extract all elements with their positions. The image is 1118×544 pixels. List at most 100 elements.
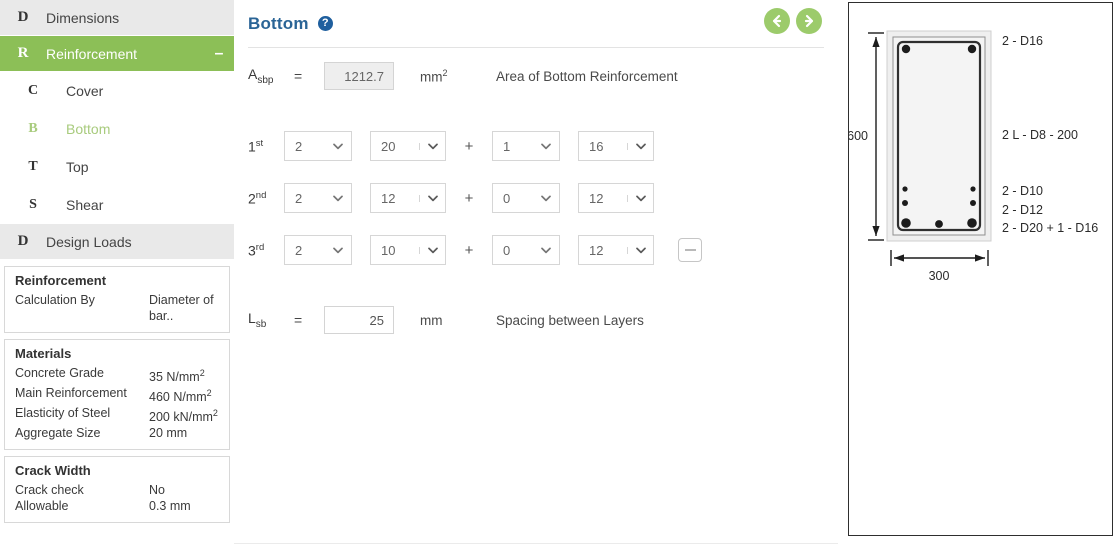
layer2-diameter-a-select[interactable]: 12 — [370, 183, 446, 213]
sidebar-item-shear[interactable]: S Shear — [0, 186, 234, 224]
layer1-diameter-b-select[interactable]: 16 — [578, 131, 654, 161]
card-row-value: 0.3 mm — [149, 499, 191, 514]
minus-icon — [684, 249, 696, 251]
sidebar-item-bottom[interactable]: B Bottom — [0, 110, 234, 148]
card-row-key: Crack check — [15, 483, 84, 498]
width-dimension — [890, 250, 989, 266]
layer3-diameter-a-select[interactable]: 10 — [370, 235, 446, 265]
chevron-down-icon — [533, 195, 559, 202]
card-row-key: Aggregate Size — [15, 426, 101, 441]
card-row: Main Reinforcement 460 N/mm2 — [15, 385, 219, 405]
card-row: Concrete Grade 35 N/mm2 — [15, 365, 219, 385]
select-value: 10 — [381, 242, 396, 258]
card-row: Allowable 0.3 mm — [15, 498, 219, 514]
layer3-diameter-b-select[interactable]: 12 — [578, 235, 654, 265]
rebar-layer2-right — [970, 200, 976, 206]
card-row: Aggregate Size 20 mm — [15, 425, 219, 441]
card-row-value: No — [149, 483, 165, 498]
layer2-diameter-b-select[interactable]: 12 — [578, 183, 654, 213]
layer2-count-b-select[interactable]: 0 — [492, 183, 560, 213]
main-panel: Bottom ? Asbp = 1212.7 mm2 Area of Botto… — [234, 0, 838, 544]
area-symbol: Asbp — [248, 66, 274, 86]
card-row-value: 35 N/mm2 — [149, 368, 205, 385]
arrow-right-icon — [804, 14, 814, 28]
bar-row-1: 1st 2 20 + 1 16 — [248, 120, 824, 172]
previous-button[interactable] — [764, 8, 790, 34]
layer1-count-a-select[interactable]: 2 — [284, 131, 352, 161]
shear-letter-icon: S — [29, 197, 37, 212]
layer3-count-a-select[interactable]: 2 — [284, 235, 352, 265]
bar-rows: 1st 2 20 + 1 16 2nd 2 12 + 0 12 3rd 2 10… — [248, 120, 824, 276]
card-row: Calculation By Diameter of bar.. — [15, 292, 219, 324]
select-value: 0 — [503, 242, 511, 258]
layer2-count-a-select[interactable]: 2 — [284, 183, 352, 213]
sidebar-group-reinforcement[interactable]: R Reinforcement – — [0, 36, 234, 72]
select-value: 20 — [381, 138, 396, 154]
rebar-layer1-left — [901, 218, 911, 228]
bar-row-2: 2nd 2 12 + 0 12 — [248, 172, 824, 224]
chevron-down-icon — [325, 143, 351, 150]
arrow-left-icon — [772, 14, 782, 28]
annotation-layer2: 2 - D12 — [1002, 203, 1043, 217]
info-card-reinforcement: Reinforcement Calculation By Diameter of… — [4, 266, 230, 333]
rebar-layer3-right — [970, 186, 976, 192]
rebar-layer2-left — [902, 200, 908, 206]
chevron-down-icon — [419, 246, 445, 254]
select-value: 12 — [589, 242, 604, 258]
rebar-layer1-right — [967, 218, 977, 228]
help-icon[interactable]: ? — [317, 16, 333, 31]
area-row: Asbp = mm2 Area of Bottom Reinforcement — [248, 62, 824, 90]
annotation-layer1: 2 - D20 + 1 - D16 — [1002, 221, 1098, 235]
depth-dimension — [868, 32, 884, 241]
depth-label: 600 — [849, 129, 868, 143]
page-title: Bottom — [248, 13, 309, 33]
layer1-count-b-select[interactable]: 1 — [492, 131, 560, 161]
sidebar-group-dimensions[interactable]: D Dimensions — [0, 0, 234, 36]
sidebar-item-top[interactable]: T Top — [0, 148, 234, 186]
card-row-key: Allowable — [15, 499, 69, 514]
collapse-minus-icon[interactable]: – — [204, 45, 234, 61]
sidebar-group-label: Dimensions — [46, 9, 120, 26]
area-value-input[interactable] — [324, 62, 394, 90]
remove-layer-button[interactable] — [678, 238, 702, 262]
equals-sign: = — [294, 312, 303, 328]
select-value: 12 — [589, 190, 604, 206]
rebar-layer1-mid — [935, 220, 943, 228]
chevron-down-icon — [419, 194, 445, 202]
equals-sign: = — [294, 68, 303, 84]
spacing-value-input[interactable] — [324, 306, 394, 334]
sidebar-group-label: Reinforcement — [46, 45, 138, 62]
annotation-links: 2 L - D8 - 200 — [1002, 128, 1078, 142]
card-row: Elasticity of Steel 200 kN/mm2 — [15, 405, 219, 425]
form-area: Asbp = mm2 Area of Bottom Reinforcement … — [234, 48, 838, 334]
application-root: D Dimensions R Reinforcement – C Cover B… — [0, 0, 1118, 544]
bottom-letter-icon: B — [28, 121, 38, 136]
info-card-materials: Materials Concrete Grade 35 N/mm2 Main R… — [4, 339, 230, 451]
beam-section-svg: 600 300 2 - D16 2 L - D8 - 200 2 - D10 2… — [849, 30, 1098, 283]
row-ordinal: 2nd — [248, 189, 267, 207]
chevron-down-icon — [419, 142, 445, 150]
sidebar-group-label: Design Loads — [46, 233, 132, 250]
card-row-value: 460 N/mm2 — [149, 388, 212, 405]
info-card-crack-width: Crack Width Crack check No Allowable 0.3… — [4, 456, 230, 524]
design-loads-letter-icon: D — [17, 233, 29, 249]
select-value: 16 — [589, 138, 604, 154]
annotation-layer3: 2 - D10 — [1002, 184, 1043, 198]
layer3-count-b-select[interactable]: 0 — [492, 235, 560, 265]
sidebar-item-cover[interactable]: C Cover — [0, 72, 234, 110]
layer1-diameter-a-select[interactable]: 20 — [370, 131, 446, 161]
select-value: 0 — [503, 190, 511, 206]
card-title: Materials — [15, 346, 72, 361]
chevron-down-icon — [533, 143, 559, 150]
sidebar-item-label: Shear — [66, 197, 104, 213]
rebar-layer3-left — [902, 186, 908, 192]
plus-separator: + — [464, 241, 474, 259]
card-row-key: Main Reinforcement — [15, 386, 127, 401]
sidebar-group-design-loads[interactable]: D Design Loads — [0, 224, 234, 260]
card-title: Crack Width — [15, 463, 91, 479]
next-button[interactable] — [796, 8, 822, 34]
chevron-down-icon — [325, 195, 351, 202]
row-ordinal: 1st — [248, 137, 264, 155]
reinforcement-letter-icon: R — [17, 45, 29, 61]
sidebar-item-label: Bottom — [66, 121, 111, 137]
